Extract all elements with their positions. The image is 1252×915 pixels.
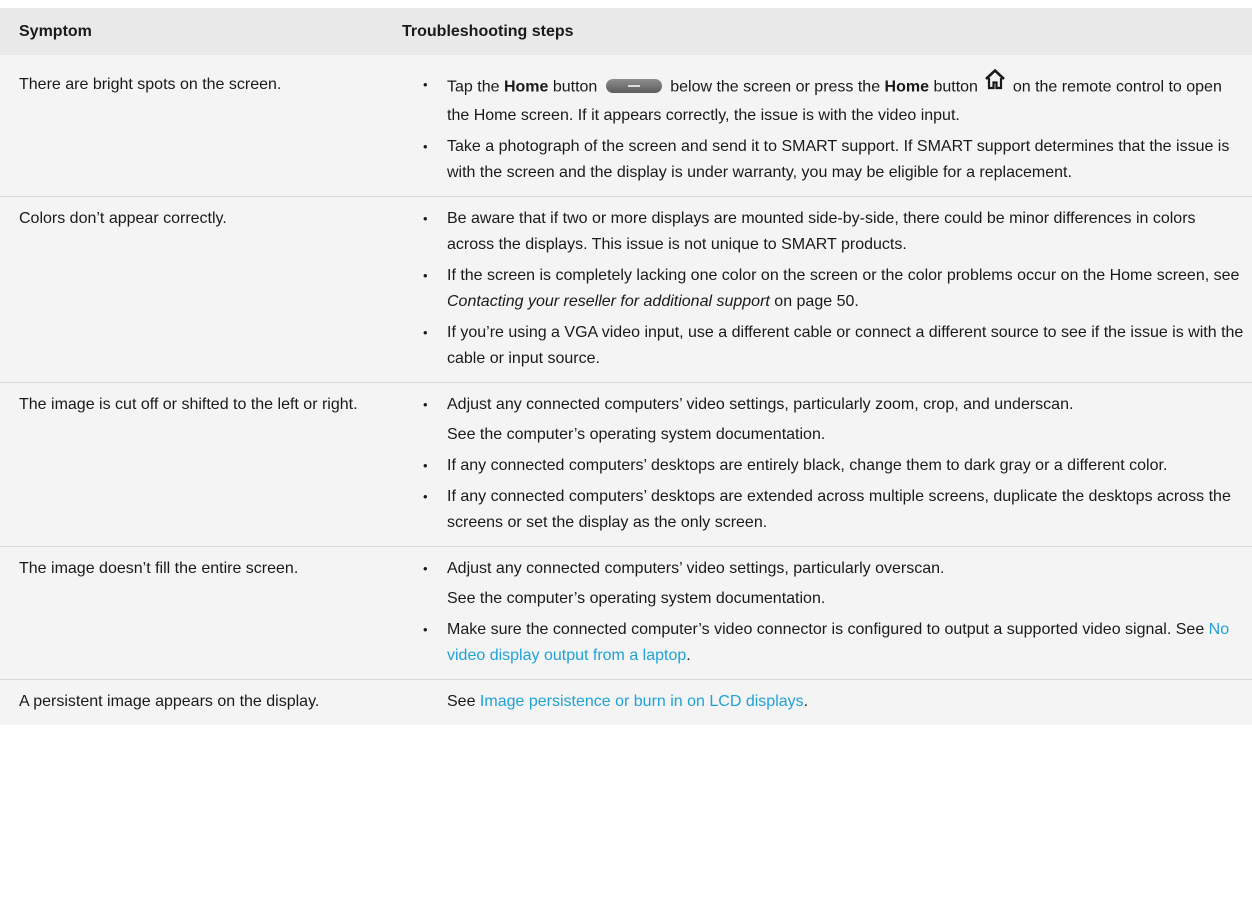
step-text: on page 50. [769, 293, 859, 310]
symptom-column-header: Symptom [0, 8, 384, 55]
symptom-text: The image is cut off or shifted to the l… [19, 396, 358, 413]
step-note: See the computer’s operating system docu… [447, 426, 826, 443]
table-row: A persistent image appears on the displa… [0, 679, 1252, 725]
list-item: If any connected computers’ desktops are… [423, 484, 1244, 536]
symptom-cell: The image is cut off or shifted to the l… [0, 382, 384, 547]
home-button-pill-icon [605, 78, 662, 93]
symptom-text: There are bright spots on the screen. [19, 76, 282, 93]
steps-column-header: Troubleshooting steps [384, 8, 1252, 55]
header-row: Symptom Troubleshooting steps [0, 8, 1252, 55]
step-text: Make sure the connected computer’s video… [447, 621, 1209, 638]
table-row: The image is cut off or shifted to the l… [0, 382, 1252, 547]
symptom-text: A persistent image appears on the displa… [19, 693, 320, 710]
table-header: Symptom Troubleshooting steps [0, 8, 1252, 55]
step-text: If the screen is completely lacking one … [447, 267, 1240, 284]
home-house-icon [984, 68, 1006, 99]
step-text: button [929, 78, 983, 96]
list-item: Make sure the connected computer’s video… [423, 617, 1244, 669]
list-item: If any connected computers’ desktops are… [423, 453, 1244, 479]
step-text: Tap the [447, 78, 504, 96]
table-row: There are bright spots on the screen. Ta… [0, 55, 1252, 197]
list-item: Adjust any connected computers’ video se… [423, 392, 1244, 448]
table-row: Colors don’t appear correctly. Be aware … [0, 196, 1252, 383]
step-note: See the computer’s operating system docu… [447, 590, 826, 607]
step-text: Adjust any connected computers’ video se… [447, 560, 945, 577]
symptom-cell: There are bright spots on the screen. [0, 55, 384, 197]
symptom-cell: The image doesn’t fill the entire screen… [0, 546, 384, 680]
list-item: Be aware that if two or more displays ar… [423, 206, 1244, 258]
steps-cell: Adjust any connected computers’ video se… [384, 546, 1252, 680]
step-text: below the screen or press the [665, 78, 885, 96]
symptom-cell: A persistent image appears on the displa… [0, 679, 384, 725]
troubleshooting-table: Symptom Troubleshooting steps There are … [0, 8, 1252, 725]
steps-cell: Adjust any connected computers’ video se… [384, 382, 1252, 547]
step-text: button [548, 78, 602, 96]
home-label: Home [503, 78, 549, 96]
symptom-text: The image doesn’t fill the entire screen… [19, 560, 299, 577]
home-label: Home [884, 78, 929, 96]
list-item: If you’re using a VGA video input, use a… [423, 320, 1244, 372]
symptom-text: Colors don’t appear correctly. [19, 210, 227, 227]
list-item: Tap the Home button below the screen or … [423, 68, 1244, 129]
see-also-line: See Image persistence or burn in on LCD … [402, 689, 1244, 715]
step-text: See [447, 693, 480, 710]
steps-list: Adjust any connected computers’ video se… [402, 392, 1244, 536]
list-item: If the screen is completely lacking one … [423, 263, 1244, 315]
steps-cell: Tap the Home button below the screen or … [384, 55, 1252, 197]
step-text: . [686, 647, 691, 664]
table-row: The image doesn’t fill the entire screen… [0, 546, 1252, 680]
symptom-cell: Colors don’t appear correctly. [0, 196, 384, 383]
steps-list: Adjust any connected computers’ video se… [402, 556, 1244, 669]
steps-list: Be aware that if two or more displays ar… [402, 206, 1244, 372]
step-text: Adjust any connected computers’ video se… [447, 396, 1074, 413]
image-persistence-link[interactable]: Image persistence or burn in on LCD disp… [480, 693, 804, 710]
steps-list: Tap the Home button below the screen or … [402, 68, 1244, 186]
list-item: Adjust any connected computers’ video se… [423, 556, 1244, 612]
step-text: . [803, 693, 809, 710]
list-item: Take a photograph of the screen and send… [423, 134, 1244, 186]
cross-reference: Contacting your reseller for additional … [447, 293, 770, 310]
steps-cell: See Image persistence or burn in on LCD … [384, 679, 1252, 725]
steps-cell: Be aware that if two or more displays ar… [384, 196, 1252, 383]
